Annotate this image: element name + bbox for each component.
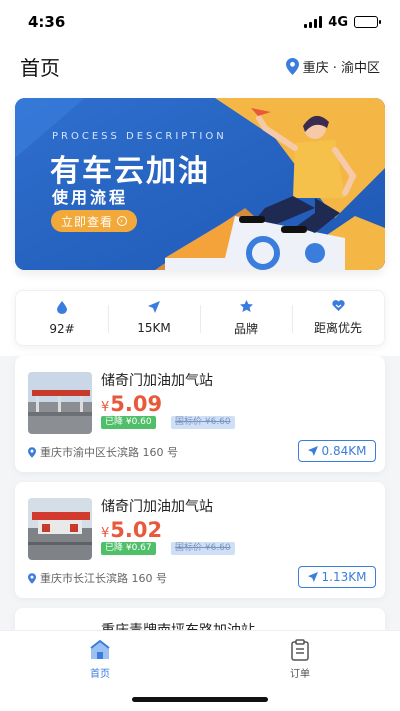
- discount-badge: 已降 ¥0.60: [101, 416, 156, 429]
- station-card[interactable]: 储奇门加油加气站 ¥5.02 已降 ¥0.67 国标价 ¥6.60 重庆市长江长…: [15, 482, 385, 598]
- location-label: 重庆 · 渝中区: [302, 60, 380, 76]
- location-pin-icon: [28, 572, 36, 584]
- location-pin-icon: [285, 57, 299, 75]
- network-type: 4G: [328, 14, 348, 30]
- tab-label: 首页: [90, 669, 110, 680]
- discount-badge: 已降 ¥0.67: [101, 542, 156, 555]
- heart-icon: [331, 300, 345, 311]
- arrow-circle-icon: ›: [117, 216, 127, 226]
- station-price: ¥5.09: [101, 392, 163, 416]
- page-title: 首页: [20, 55, 60, 80]
- status-bar: 4:36 4G: [0, 0, 400, 44]
- location-pin-icon: [28, 446, 36, 458]
- view-now-label: 立即查看: [60, 214, 113, 229]
- station-card[interactable]: 重庆青牌南坪东路加油站: [15, 608, 385, 630]
- view-now-button[interactable]: 立即查看 ›: [51, 210, 137, 232]
- station-address: 重庆市渝中区长滨路 160 号: [28, 444, 178, 460]
- home-icon: [90, 640, 110, 659]
- fuel-drop-icon: [57, 300, 67, 314]
- tab-orders[interactable]: 订单: [260, 639, 340, 680]
- address-text: 重庆市长江长滨路 160 号: [40, 572, 167, 585]
- filter-label: 92#: [49, 321, 75, 336]
- station-list: 储奇门加油加气站 ¥5.09 已降 ¥0.60 国标价 ¥6.60 重庆市渝中区…: [0, 356, 400, 630]
- distance-label: 0.84KM: [321, 444, 367, 458]
- station-name: 储奇门加油加气站: [101, 499, 213, 515]
- filter-label: 距离优先: [313, 321, 362, 335]
- navigate-button[interactable]: 1.13KM: [298, 566, 376, 588]
- filter-bar: 92# 15KM 品牌 距离优先: [15, 290, 385, 346]
- tab-label: 订单: [290, 669, 310, 680]
- filter-label: 15KM: [137, 321, 171, 335]
- location-selector[interactable]: 重庆 · 渝中区: [285, 57, 380, 76]
- navigation-arrow-icon: [148, 301, 160, 313]
- main-content: PROCESS DESCRIPTION 有车云加油 使用流程 立即查看 › 92…: [0, 88, 400, 630]
- filter-distance[interactable]: 15KM: [108, 291, 200, 345]
- status-indicators: 4G: [304, 14, 381, 30]
- station-photo: [28, 372, 92, 434]
- station-card[interactable]: 储奇门加油加气站 ¥5.09 已降 ¥0.60 国标价 ¥6.60 重庆市渝中区…: [15, 356, 385, 472]
- home-indicator: [132, 697, 268, 702]
- distance-label: 1.13KM: [321, 570, 367, 584]
- banner-subtitle: PROCESS DESCRIPTION: [52, 131, 227, 142]
- battery-icon: [354, 16, 381, 28]
- address-text: 重庆市渝中区长滨路 160 号: [40, 446, 178, 459]
- list-price-badge: 国标价 ¥6.60: [171, 542, 235, 555]
- filter-label: 品牌: [233, 321, 258, 336]
- navigate-button[interactable]: 0.84KM: [298, 440, 376, 462]
- station-name: 重庆青牌南坪东路加油站: [101, 620, 255, 630]
- star-icon: [239, 299, 253, 312]
- tab-home[interactable]: 首页: [60, 639, 140, 680]
- station-address: 重庆市长江长滨路 160 号: [28, 570, 167, 586]
- filter-sort[interactable]: 距离优先: [292, 291, 384, 345]
- filter-brand[interactable]: 品牌: [200, 291, 292, 345]
- status-time: 4:36: [28, 13, 66, 31]
- station-name: 储奇门加油加气站: [101, 373, 213, 389]
- navigation-arrow-icon: [307, 572, 318, 582]
- filter-fuel-type[interactable]: 92#: [16, 291, 108, 345]
- list-price-badge: 国标价 ¥6.60: [171, 416, 235, 429]
- app-header: 首页 重庆 · 渝中区: [0, 44, 400, 88]
- signal-icon: [304, 16, 323, 28]
- promo-banner[interactable]: PROCESS DESCRIPTION 有车云加油 使用流程 立即查看 ›: [15, 98, 385, 270]
- banner-title-secondary: 使用流程: [52, 188, 129, 207]
- clipboard-icon: [291, 639, 309, 661]
- navigation-arrow-icon: [307, 446, 318, 456]
- station-price: ¥5.02: [101, 518, 163, 542]
- station-photo: [28, 498, 92, 560]
